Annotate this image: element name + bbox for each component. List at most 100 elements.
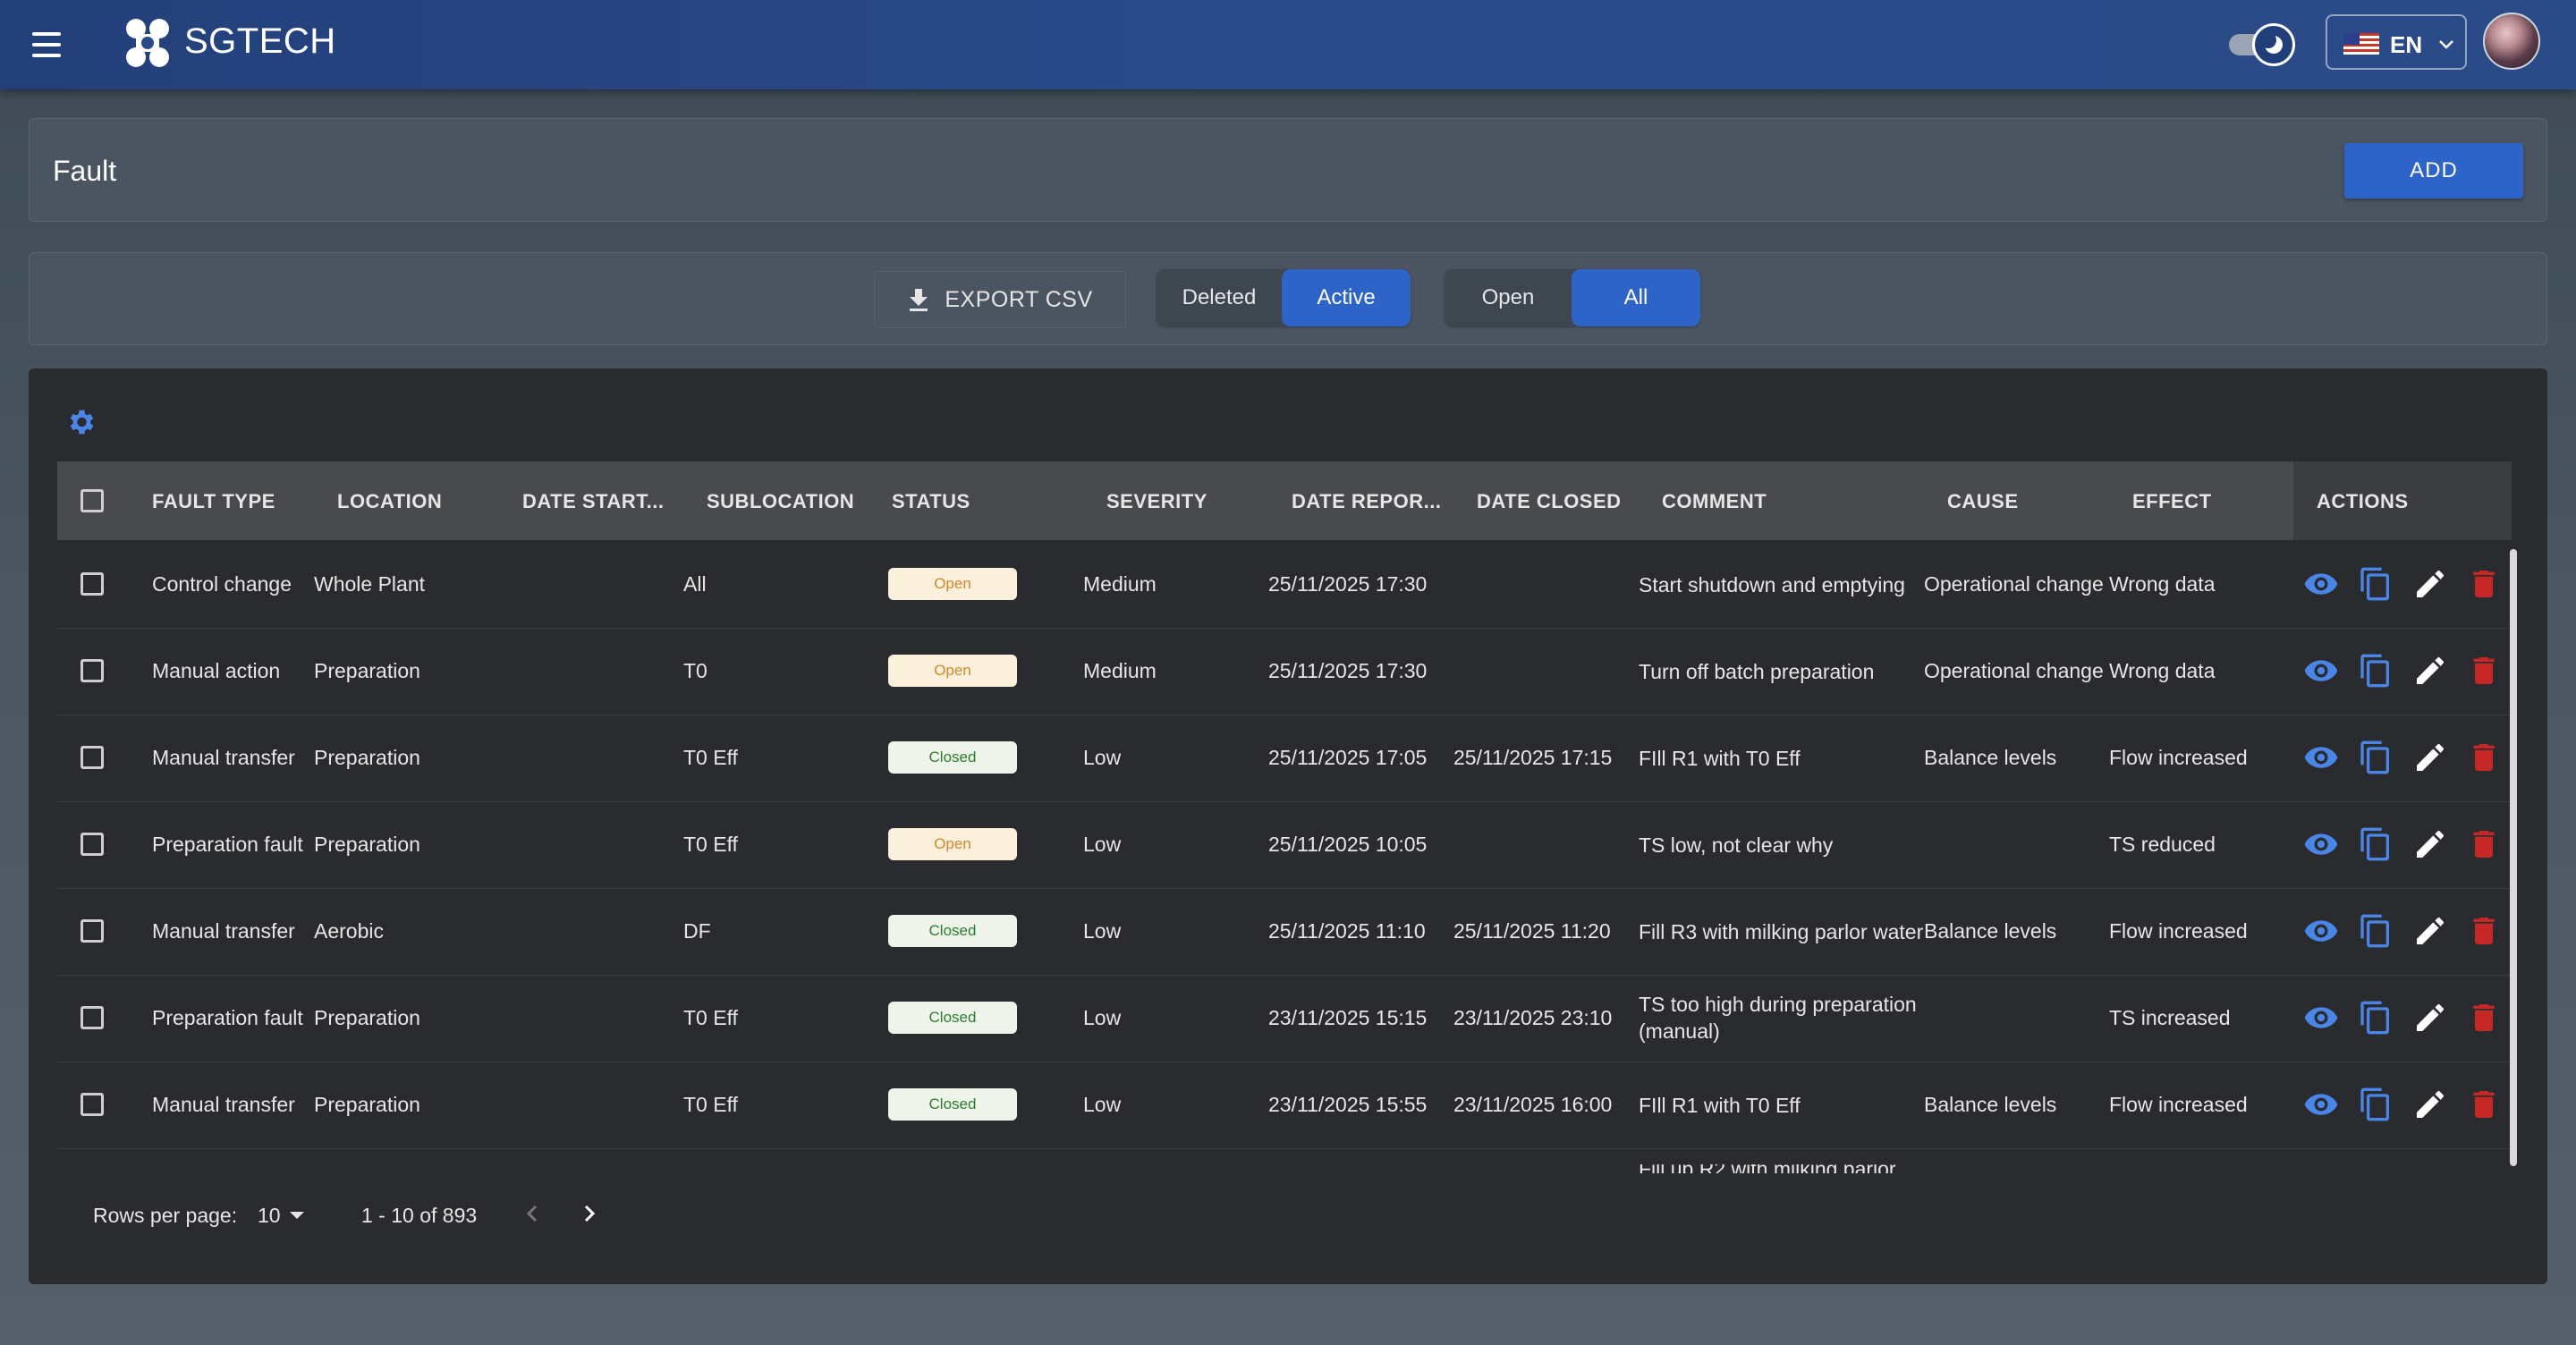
cell-severity: Low bbox=[1083, 833, 1122, 856]
cell-comment: Fill R3 with milking parlor water bbox=[1639, 920, 1924, 943]
export-csv-button[interactable]: EXPORT CSV bbox=[874, 271, 1126, 328]
language-selector[interactable]: EN bbox=[2326, 14, 2467, 70]
menu-icon-bar bbox=[32, 54, 61, 57]
row-checkbox[interactable] bbox=[80, 746, 104, 769]
pencil-icon[interactable] bbox=[2412, 566, 2448, 602]
cell-severity: Low bbox=[1083, 919, 1122, 943]
row-checkbox[interactable] bbox=[80, 919, 104, 943]
select-all-checkbox[interactable] bbox=[80, 489, 104, 512]
filter-active[interactable]: Active bbox=[1282, 269, 1411, 326]
col-date-start[interactable]: DATE START... bbox=[522, 490, 664, 513]
col-date-closed[interactable]: DATE CLOSED bbox=[1477, 490, 1622, 513]
copy-icon[interactable] bbox=[2358, 1000, 2394, 1036]
gear-icon[interactable] bbox=[64, 406, 97, 438]
copy-icon[interactable] bbox=[2358, 566, 2394, 602]
cell-severity: Medium bbox=[1083, 572, 1157, 596]
cell-fault-type: Manual transfer bbox=[152, 1093, 295, 1116]
copy-icon[interactable] bbox=[2358, 653, 2394, 689]
eye-icon[interactable] bbox=[2303, 566, 2339, 602]
filter-all[interactable]: All bbox=[1572, 269, 1700, 326]
eye-icon[interactable] bbox=[2303, 1087, 2339, 1122]
trash-icon[interactable] bbox=[2466, 740, 2502, 775]
row-checkbox[interactable] bbox=[80, 1006, 104, 1029]
status-badge: Closed bbox=[888, 741, 1017, 774]
col-effect[interactable]: EFFECT bbox=[2132, 490, 2212, 513]
page-header: Fault ADD bbox=[29, 118, 2547, 222]
cell-date-reported: 25/11/2025 17:05 bbox=[1268, 746, 1428, 769]
cell-date-closed: 25/11/2025 11:20 bbox=[1453, 919, 1611, 943]
row-checkbox[interactable] bbox=[80, 659, 104, 682]
col-location[interactable]: LOCATION bbox=[337, 490, 442, 513]
cell-effect: TS increased bbox=[2109, 1006, 2231, 1029]
col-date-reported[interactable]: DATE REPOR... bbox=[1292, 490, 1441, 513]
cell-severity: Low bbox=[1083, 1093, 1122, 1116]
rows-per-page-select[interactable]: 10 bbox=[258, 1200, 306, 1231]
cell-fault-type: Preparation fault bbox=[152, 833, 303, 856]
cell-date-reported: 23/11/2025 15:15 bbox=[1268, 1006, 1428, 1029]
rows-per-page-value: 10 bbox=[258, 1203, 281, 1227]
eye-icon[interactable] bbox=[2303, 740, 2339, 775]
filter-open[interactable]: Open bbox=[1445, 269, 1572, 326]
copy-icon[interactable] bbox=[2358, 826, 2394, 862]
row-checkbox[interactable] bbox=[80, 1093, 104, 1116]
table-row[interactable]: Manual transfer Preparation T0 Eff Low 25/11… bbox=[57, 715, 2512, 802]
cell-date-closed: 23/11/2025 16:00 bbox=[1453, 1093, 1613, 1116]
table-scrollbar[interactable] bbox=[2510, 549, 2517, 1166]
cell-cause: Balance levels bbox=[1924, 1093, 2057, 1116]
status-badge: Open bbox=[888, 828, 1017, 860]
pencil-icon[interactable] bbox=[2412, 1087, 2448, 1122]
table-row[interactable]: Preparation fault Preparation T0 Eff Low 25/… bbox=[57, 801, 2512, 889]
eye-icon[interactable] bbox=[2303, 826, 2339, 862]
theme-toggle[interactable] bbox=[2227, 21, 2299, 66]
cell-date-reported: 25/11/2025 17:30 bbox=[1268, 659, 1428, 682]
cell-fault-type: Control change bbox=[152, 572, 292, 596]
trash-icon[interactable] bbox=[2466, 1000, 2502, 1036]
trash-icon[interactable] bbox=[2466, 826, 2502, 862]
pencil-icon[interactable] bbox=[2412, 826, 2448, 862]
table-row[interactable]: Manual action Preparation T0 Medium 25/11/20… bbox=[57, 628, 2512, 715]
chevron-left-icon[interactable] bbox=[519, 1200, 546, 1227]
table-row[interactable]: Manual transfer Aerobic DF Low 25/11/2025 11… bbox=[57, 888, 2512, 976]
trash-icon[interactable] bbox=[2466, 1087, 2502, 1122]
cell-severity: Low bbox=[1083, 746, 1122, 769]
row-checkbox[interactable] bbox=[80, 572, 104, 596]
table-row[interactable]: Preparation fault Preparation T0 Eff Low 23/… bbox=[57, 975, 2512, 1062]
col-cause[interactable]: CAUSE bbox=[1947, 490, 2019, 513]
col-comment[interactable]: COMMENT bbox=[1662, 490, 1767, 513]
cell-date-closed: 25/11/2025 17:15 bbox=[1453, 746, 1613, 769]
pencil-icon[interactable] bbox=[2412, 740, 2448, 775]
menu-icon bbox=[32, 32, 61, 36]
trash-icon[interactable] bbox=[2466, 566, 2502, 602]
trash-icon[interactable] bbox=[2466, 913, 2502, 949]
col-fault-type[interactable]: FAULT TYPE bbox=[152, 490, 275, 513]
col-status[interactable]: STATUS bbox=[892, 490, 970, 513]
table-row[interactable]: Control change Whole Plant All Medium 25/11/… bbox=[57, 541, 2512, 629]
eye-icon[interactable] bbox=[2303, 653, 2339, 689]
table-row[interactable]: Manual transfer Preparation T0 Eff Low 23/11… bbox=[57, 1062, 2512, 1149]
copy-icon[interactable] bbox=[2358, 913, 2394, 949]
cell-date-reported: 25/11/2025 11:10 bbox=[1268, 919, 1426, 943]
add-button[interactable]: ADD bbox=[2344, 143, 2523, 199]
chevron-right-icon[interactable] bbox=[576, 1200, 603, 1227]
pencil-icon[interactable] bbox=[2412, 1000, 2448, 1036]
cell-effect: TS reduced bbox=[2109, 833, 2216, 856]
pencil-icon[interactable] bbox=[2412, 653, 2448, 689]
chevron-down-icon bbox=[2439, 40, 2453, 49]
row-checkbox[interactable] bbox=[80, 833, 104, 856]
trash-icon[interactable] bbox=[2466, 653, 2502, 689]
status-badge: Closed bbox=[888, 915, 1017, 947]
copy-icon[interactable] bbox=[2358, 740, 2394, 775]
brand-name: SGTECH bbox=[184, 21, 336, 61]
avatar[interactable] bbox=[2483, 13, 2540, 70]
eye-icon[interactable] bbox=[2303, 1000, 2339, 1036]
menu-button[interactable] bbox=[25, 23, 68, 66]
col-severity[interactable]: SEVERITY bbox=[1106, 490, 1208, 513]
eye-icon[interactable] bbox=[2303, 913, 2339, 949]
filter-deleted[interactable]: Deleted bbox=[1157, 269, 1282, 326]
cell-comment: TS too high during preparation (manual) bbox=[1639, 993, 1917, 1043]
copy-icon[interactable] bbox=[2358, 1087, 2394, 1122]
pencil-icon[interactable] bbox=[2412, 913, 2448, 949]
col-sublocation[interactable]: SUBLOCATION bbox=[707, 490, 854, 513]
cell-cause: Balance levels bbox=[1924, 919, 2057, 943]
toggle-knob bbox=[2252, 23, 2295, 66]
